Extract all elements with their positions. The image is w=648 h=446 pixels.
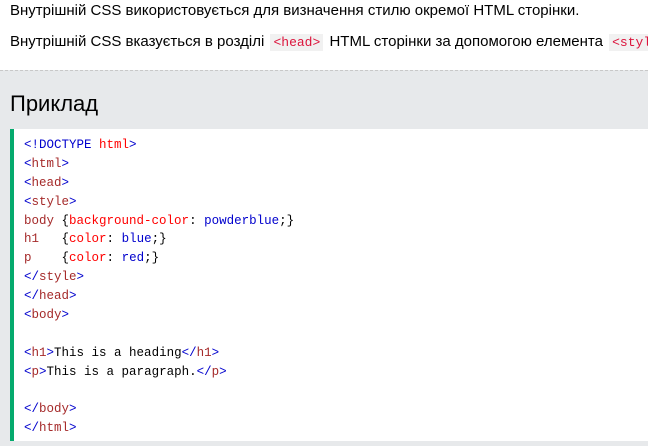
code-line: <body> (24, 308, 70, 323)
inline-code-style: <style> (609, 34, 648, 51)
code-example-box: <!DOCTYPE html> <html> <head> <style> bo… (10, 129, 648, 441)
intro-paragraph-1: Внутрішній CSS використовується для визн… (10, 2, 580, 19)
code-line: <h1>This is a heading</h1> (24, 345, 220, 360)
intro-paragraph-2: Внутрішній CSS вказується в розділі <hea… (10, 32, 648, 53)
code-line: body {background-color: powderblue;} (24, 213, 295, 228)
code-line: <p>This is a paragraph.</p> (24, 364, 227, 379)
p2-text-before: Внутрішній CSS вказується в розділі (10, 33, 265, 50)
code-block: <!DOCTYPE html> <html> <head> <style> bo… (24, 136, 294, 438)
code-line: </html> (24, 421, 77, 436)
example-section: Приклад <!DOCTYPE html> <html> <head> <s… (0, 70, 648, 446)
code-line: </body> (24, 402, 77, 417)
example-title: Приклад (10, 91, 99, 116)
code-line: <html> (24, 156, 70, 171)
code-line: <style> (24, 194, 77, 209)
inline-code-head: <head> (270, 34, 324, 51)
code-line: h1 {color: blue;} (24, 232, 167, 247)
p2-text-middle: HTML сторінки за допомогою елемента (329, 33, 603, 50)
code-line: <!DOCTYPE html> (24, 138, 137, 152)
code-line: p {color: red;} (24, 251, 160, 266)
code-line: </head> (24, 289, 77, 304)
code-line: <head> (24, 175, 70, 190)
code-line: </style> (24, 270, 85, 285)
